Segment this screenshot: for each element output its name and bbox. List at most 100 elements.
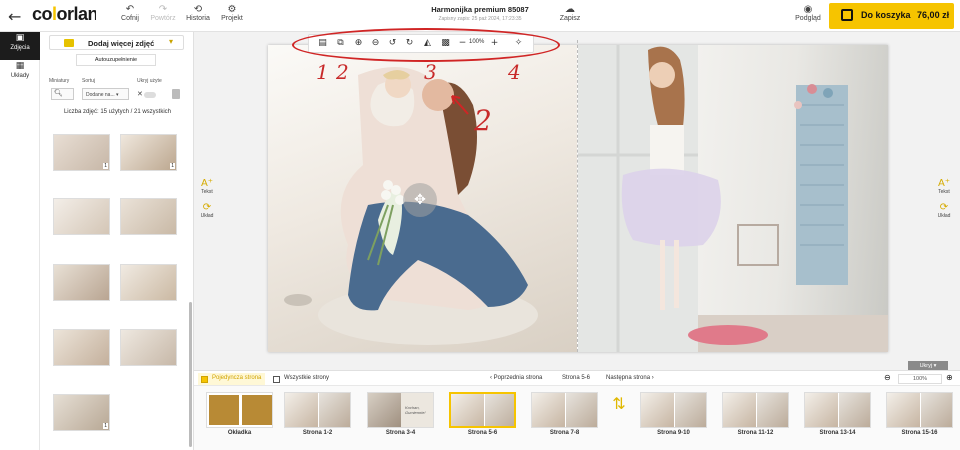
page-label: Strona 13-14 — [819, 430, 856, 436]
sort-select[interactable]: Dodane na... ▾ — [82, 88, 129, 100]
page-label: Strona 7-8 — [549, 430, 580, 436]
annotation-number: 2 — [474, 104, 492, 137]
top-bar: ← colorland ↶ Cofnij ↷ Powtórz ⟲ Histori… — [0, 0, 960, 32]
left-layout-button[interactable]: ⟳ Układ — [197, 202, 217, 219]
panel-scrollbar[interactable] — [189, 302, 192, 447]
page-thumbnail[interactable]: Kochan, Gumiennie! — [367, 392, 434, 428]
tab-all-pages[interactable]: Wszystkie strony — [270, 373, 333, 385]
right-layout-button[interactable]: ⟳ Układ — [934, 202, 954, 219]
gear-icon: ⚙ — [227, 4, 237, 15]
rail-item-photos[interactable]: ▣ Zdjęcia — [0, 32, 40, 60]
cover-front — [209, 395, 239, 425]
page-thumbnail[interactable] — [886, 392, 953, 428]
cloud-icon: ☁ — [565, 4, 575, 15]
page-thumbnail[interactable] — [640, 392, 707, 428]
undo-label: Cofnij — [121, 15, 139, 22]
next-page-button[interactable]: Następna strona › — [602, 373, 658, 385]
add-photos-button[interactable]: Dodaj więcej zdjęć ▾ — [49, 35, 184, 50]
thumbnail-zoom-control[interactable]: 🔍︎ — [51, 88, 74, 100]
svg-text:colorland: colorland — [32, 5, 96, 24]
redo-label: Powtórz — [150, 15, 176, 22]
logo[interactable]: colorland — [32, 4, 109, 25]
spread-fold-line — [577, 40, 578, 352]
single-page-label: Pojedyncza strona — [212, 375, 262, 381]
redo-button[interactable]: ↷ Powtórz — [150, 4, 176, 22]
page-left-half — [805, 393, 838, 427]
page-text-half: Kochan, Gumiennie! — [401, 393, 433, 427]
page-right-half — [566, 393, 597, 427]
add-to-cart-button[interactable]: Do koszyka 76,00 zł — [829, 3, 954, 29]
annotation-ring — [292, 28, 560, 62]
undo-button[interactable]: ↶ Cofnij — [120, 4, 140, 22]
close-icon: ✕ — [137, 91, 143, 98]
layout-swap-icon: ⟳ — [202, 202, 212, 213]
page-right-half — [757, 393, 788, 427]
page-right-half — [839, 393, 870, 427]
hide-used-toggle[interactable]: ✕ — [137, 90, 159, 98]
left-add-text-button[interactable]: A⁺ Tekst — [197, 178, 217, 195]
history-button[interactable]: ⟲ Historia — [184, 4, 212, 22]
tab-single-page[interactable]: Pojedyncza strona — [198, 373, 266, 385]
annotation-number: 2 — [336, 60, 349, 84]
page-label: Strona 15-16 — [901, 430, 938, 436]
photo-thumbnail[interactable]: 1 — [120, 134, 177, 171]
page-left-half — [285, 393, 318, 427]
left-rail: ▣ Zdjęcia ▦ Układy — [0, 32, 40, 450]
strip-zoom-field[interactable]: 100% — [898, 374, 942, 384]
strip-zoom-in-icon[interactable]: ⊕ — [946, 373, 953, 382]
page-label: Strona 11-12 — [737, 430, 774, 436]
page-thumbnail[interactable] — [804, 392, 871, 428]
prev-page-button[interactable]: ‹ Poprzednia strona — [486, 373, 546, 385]
photo-thumbnail[interactable] — [120, 329, 177, 366]
cover-back — [242, 395, 272, 425]
page-thumbnail[interactable] — [449, 392, 516, 428]
rail-item-layouts[interactable]: ▦ Układy — [0, 60, 40, 88]
chevron-down-icon: ▾ — [168, 37, 173, 46]
history-label: Historia — [186, 15, 210, 22]
photo-thumbnail[interactable]: 1 — [53, 134, 110, 171]
page-label: Strona 3-4 — [385, 430, 416, 436]
undo-icon: ↶ — [125, 4, 135, 15]
photo-thumbnail[interactable] — [53, 264, 110, 301]
page-right-half — [485, 394, 514, 426]
page-nav-bar: Pojedyncza strona Wszystkie strony ‹ Pop… — [194, 370, 960, 386]
photos-icon: ▣ — [15, 33, 25, 43]
right-page-photo[interactable] — [578, 45, 888, 352]
page-thumbnail[interactable] — [531, 392, 598, 428]
page-thumbnail[interactable] — [284, 392, 351, 428]
photo-thumbnail[interactable] — [53, 198, 110, 235]
swap-pages-icon[interactable]: ⇅ — [610, 394, 628, 424]
page-left-half — [641, 393, 674, 427]
page-thumbnail[interactable] — [722, 392, 789, 428]
annotation-number: 4 — [508, 60, 521, 84]
next-page-label: Następna strona — [606, 375, 651, 381]
chevron-down-icon: ▾ — [114, 92, 119, 98]
sort-label: Sortuj — [82, 78, 96, 84]
strip-zoom-out-icon[interactable]: ⊖ — [884, 373, 891, 382]
preview-button[interactable]: ◉ Podgląd — [792, 4, 824, 22]
page-right-half — [319, 393, 350, 427]
right-add-text-button[interactable]: A⁺ Tekst — [934, 178, 954, 195]
save-label: Zapisz — [559, 15, 581, 22]
move-handle-icon[interactable]: ✥ — [403, 183, 437, 217]
photo-thumbnail[interactable] — [53, 329, 110, 366]
photo-thumbnail[interactable] — [120, 264, 177, 301]
photos-panel: Dodaj więcej zdjęć ▾ Autouzupełnienie Mi… — [40, 32, 194, 450]
photo-thumbnail[interactable] — [120, 198, 177, 235]
usage-count: 1 — [103, 423, 108, 429]
annotation-number: 3 — [424, 60, 437, 84]
back-arrow-icon[interactable]: ← — [8, 7, 21, 26]
project-button[interactable]: ⚙ Projekt — [219, 4, 245, 22]
image-icon — [64, 39, 74, 47]
cart-icon — [841, 9, 853, 21]
trash-icon[interactable] — [172, 89, 180, 99]
save-button[interactable]: ☁ Zapisz — [559, 4, 581, 22]
document-title: Harmonijka premium 85087 — [431, 5, 529, 14]
photo-thumbnail[interactable]: 1 — [53, 394, 110, 431]
layout-swap-icon: ⟳ — [939, 202, 949, 213]
annotation-number: 1 — [316, 60, 329, 84]
page-left-half — [451, 394, 484, 426]
page-thumbnail[interactable] — [206, 392, 273, 428]
autofill-button[interactable]: Autouzupełnienie — [76, 54, 156, 66]
page-left-half — [368, 393, 401, 427]
